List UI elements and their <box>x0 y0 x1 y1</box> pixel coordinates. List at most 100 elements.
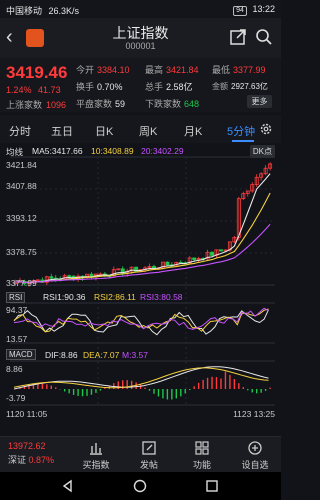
period-tabs: 分时 五日 日K 周K 月K 5分钟 <box>0 115 281 143</box>
macd-bottom-label: -3.79 <box>6 393 26 403</box>
current-price: 3419.46 <box>6 63 68 82</box>
share-icon[interactable] <box>229 28 247 46</box>
ma10-label: 10:3408.89 <box>91 146 134 156</box>
down-count-field: 下跌家数 648 <box>145 97 199 110</box>
tab-timeshare[interactable]: 分时 <box>9 123 31 139</box>
y-tick-label: 3421.84 <box>6 160 37 170</box>
search-icon[interactable] <box>255 28 273 46</box>
carrier: 中国移动 <box>6 6 43 16</box>
rsi3-label: RSI3:80.58 <box>140 292 183 302</box>
tab-five-day[interactable]: 五日 <box>51 123 73 139</box>
m-label: M:3.57 <box>122 350 148 360</box>
amount-value: 2927.63亿 <box>231 82 268 91</box>
system-back-icon[interactable] <box>60 478 76 494</box>
low-value: 3377.99 <box>233 65 266 75</box>
x-start-label: 1120 11:05 <box>6 409 48 419</box>
dif-label: DIF:8.86 <box>45 350 78 360</box>
shenzhen-index[interactable]: 13972.62 深证 0.87% <box>8 441 54 466</box>
ma-title: 均线 <box>6 147 24 157</box>
edit-icon <box>142 441 156 455</box>
shenzhen-name: 深证 <box>8 455 27 465</box>
flat-count-field: 平盘家数 59 <box>76 97 125 110</box>
flat-count-label: 平盘家数 <box>76 99 113 109</box>
y-tick-label: 3393.12 <box>6 213 37 223</box>
dk-point-button[interactable]: DK点 <box>249 145 275 158</box>
buy-icon <box>90 443 102 455</box>
chart-canvas <box>10 156 275 406</box>
amount-label: 金额 <box>212 82 228 91</box>
candle-body <box>210 251 215 256</box>
ma10-line <box>15 192 271 283</box>
nav-label: 设自选 <box>241 460 269 470</box>
nav-label: 发帖 <box>139 460 158 470</box>
rsi2-line <box>13 308 269 333</box>
nav-buy-index[interactable]: 买指数 <box>76 440 116 471</box>
tab-monthly-k[interactable]: 月K <box>184 123 202 139</box>
system-nav-bar <box>0 472 281 500</box>
candle-body <box>165 261 170 266</box>
quote-panel: 3419.46 1.24% 41.73 上涨家数 1096 今开 3384.10 最… <box>0 58 281 112</box>
rsi-indicator-button[interactable]: RSI <box>6 292 26 303</box>
gear-icon[interactable] <box>259 122 273 136</box>
candle-body <box>67 275 72 278</box>
nav-functions[interactable]: 功能 <box>182 440 222 471</box>
turnover-label: 换手 <box>76 82 95 92</box>
add-icon <box>248 441 262 455</box>
change-percent: 1.24% <box>6 85 32 95</box>
y-tick-label: 3378.75 <box>6 247 37 257</box>
x-end-label: 1123 13:25 <box>233 409 275 419</box>
more-button[interactable]: 更多 <box>247 95 272 108</box>
tab-daily-k[interactable]: 日K <box>95 123 113 139</box>
amount-field: 金额 2927.63亿 <box>212 81 268 92</box>
rsi1-label: RSI1:90.36 <box>43 292 86 302</box>
rsi2-label: RSI2:86.11 <box>94 292 136 302</box>
macd-indicator-button[interactable]: MACD <box>6 349 36 360</box>
low-label: 最低 <box>212 65 231 75</box>
open-value: 3384.10 <box>97 65 130 75</box>
change-row: 1.24% 41.73 <box>6 85 65 95</box>
rsi-top-label: 94.37 <box>6 305 28 315</box>
volume-label: 总手 <box>145 82 164 92</box>
ma5-label: MA5:3417.66 <box>32 146 83 156</box>
high-label: 最高 <box>145 65 164 75</box>
low-field: 最低 3377.99 <box>212 63 266 76</box>
battery-icon: 94 <box>233 6 247 16</box>
candle-body <box>219 249 223 252</box>
turnover-value: 0.70% <box>97 82 123 92</box>
tab-weekly-k[interactable]: 周K <box>139 123 157 139</box>
bottom-nav: 13972.62 深证 0.87% 买指数 发帖 功能 设自选 <box>0 436 281 472</box>
candle-body <box>49 276 54 279</box>
up-count-row: 上涨家数 1096 <box>6 98 70 111</box>
rsi1-line <box>13 309 269 336</box>
macd-top-label: 8.86 <box>6 364 23 374</box>
volume-value: 2.58亿 <box>166 82 193 92</box>
clock: 13:22 <box>252 4 275 14</box>
volume-field: 总手 2.58亿 <box>145 80 193 93</box>
ma5-line <box>15 173 271 283</box>
dea-label: DEA:7.07 <box>83 350 120 360</box>
up-count-value: 1096 <box>46 100 67 110</box>
title-bar: ‹ 上证指数 000001 <box>0 18 281 58</box>
tab-5min[interactable]: 5分钟 <box>227 123 255 139</box>
kline-chart[interactable]: 均线 MA5:3417.66 10:3408.89 20:3402.29 DK点… <box>0 143 281 428</box>
candle-body <box>192 257 197 260</box>
nav-add-watchlist[interactable]: 设自选 <box>235 440 275 471</box>
active-tab-indicator <box>232 140 254 142</box>
change-amount: 41.73 <box>38 85 61 95</box>
down-count-label: 下跌家数 <box>145 99 182 109</box>
nav-label: 买指数 <box>82 460 110 470</box>
system-recents-icon[interactable] <box>204 478 220 494</box>
network-speed: 26.3K/s <box>48 6 80 16</box>
shenzhen-price: 13972.62 <box>8 441 46 451</box>
candle-body <box>152 266 156 269</box>
system-home-icon[interactable] <box>132 478 148 494</box>
open-field: 今开 3384.10 <box>76 63 130 76</box>
y-tick-label: 3377.99 <box>6 278 37 288</box>
ma20-label: 20:3402.29 <box>141 146 184 156</box>
high-value: 3421.84 <box>166 65 199 75</box>
high-field: 最高 3421.84 <box>145 63 199 76</box>
up-count-label: 上涨家数 <box>6 100 43 110</box>
open-label: 今开 <box>76 65 95 75</box>
down-count-value: 648 <box>184 99 200 109</box>
nav-post[interactable]: 发帖 <box>129 440 169 471</box>
